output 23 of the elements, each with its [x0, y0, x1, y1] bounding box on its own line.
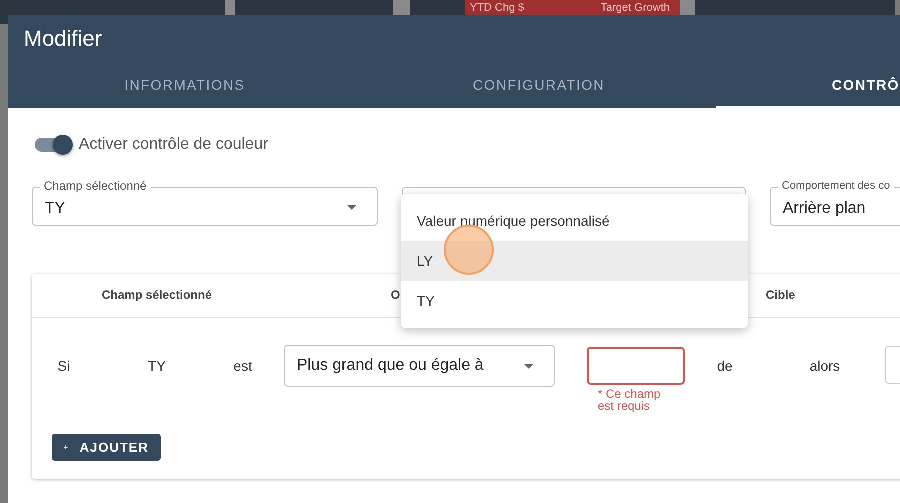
- column-header: YTD Chg $: [470, 2, 524, 14]
- tab[interactable]: INFORMATIONS: [8, 54, 362, 108]
- table-cell-text: Si: [56, 358, 72, 374]
- dialog-title: Modifier: [23, 25, 104, 53]
- table-cell-text: TY: [147, 358, 167, 374]
- table-cell-text: de: [716, 358, 734, 374]
- operator-select[interactable]: Plus grand que ou égale à: [284, 345, 555, 387]
- tab[interactable]: CONTRÔ: [716, 54, 900, 108]
- add-button[interactable]: AJOUTER: [52, 434, 161, 461]
- menu-item[interactable]: TY: [401, 281, 748, 321]
- column-header: O: [391, 288, 400, 302]
- column-header: Target Growth: [600, 2, 670, 14]
- table-cell-text: est: [232, 358, 254, 374]
- toggle-label: Activer contrôle de couleur: [79, 136, 268, 154]
- table-cell-text: alors: [808, 358, 842, 374]
- error-message: * Ce champ est requis: [598, 388, 662, 412]
- field-label: Champ sélectionné: [40, 179, 151, 193]
- column-header: Cible: [765, 287, 796, 304]
- column-header: Champ sélectionné: [100, 287, 214, 304]
- menu-item[interactable]: Valeur numérique personnalisé: [401, 201, 748, 241]
- field-label: Comportement des co: [778, 179, 894, 193]
- tab[interactable]: CONFIGURATION: [362, 54, 716, 108]
- menu-item[interactable]: LY: [401, 241, 748, 281]
